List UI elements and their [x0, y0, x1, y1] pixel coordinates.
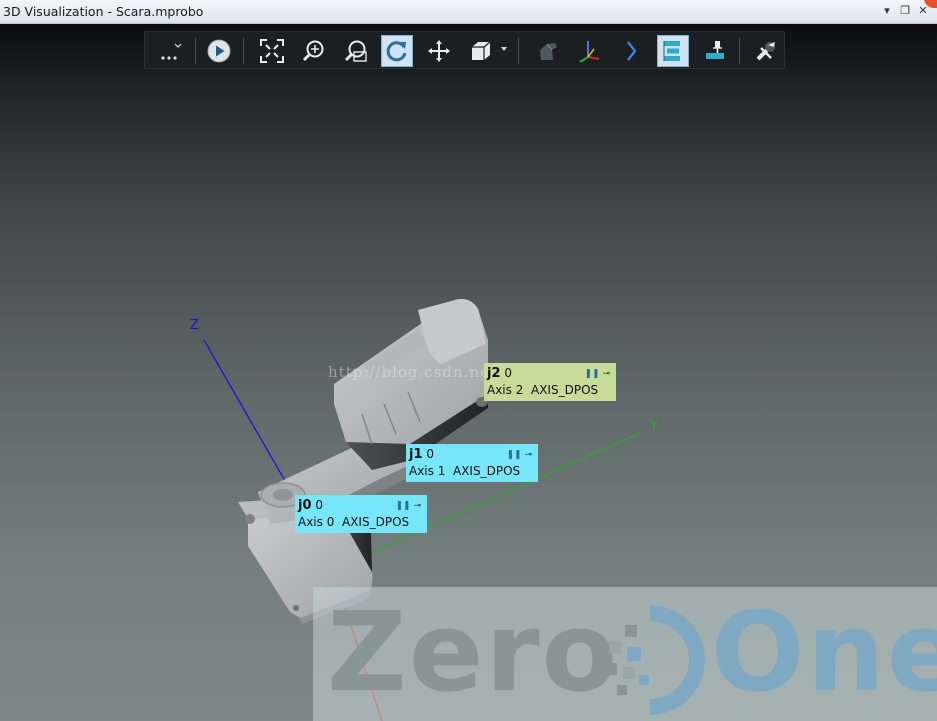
joint-signal: AXIS_DPOS: [342, 515, 410, 529]
joint-signal: AXIS_DPOS: [453, 464, 521, 478]
joint-value: 0: [504, 366, 512, 380]
brand-left-text: Zero: [327, 588, 620, 716]
joint-value: 0: [426, 447, 434, 461]
joint-axis: Axis 0: [298, 515, 335, 529]
3d-viewport[interactable]: Z Y http://blog.csdn.net/guimiaoyuan j2 …: [0, 24, 937, 721]
window-titlebar: 3D Visualization - Scara.mprobo ▾ ❐ ✕: [0, 0, 937, 24]
pin-icon[interactable]: ⊸: [602, 369, 610, 379]
joint-label-j2[interactable]: j2 0 Axis 2 AXIS_DPOS ❚❚ ⊸: [484, 363, 616, 401]
z-axis-line: [203, 339, 289, 487]
y-axis-label: Y: [650, 419, 658, 434]
window-title: 3D Visualization - Scara.mprobo: [3, 4, 204, 19]
brand-watermark: Zero One: [313, 587, 937, 721]
window-restore-button[interactable]: ❐: [898, 3, 912, 19]
joint-axis: Axis 2: [487, 383, 524, 397]
pause-icon[interactable]: ❚❚: [506, 450, 521, 460]
joint-controls[interactable]: ❚❚ ⊸: [584, 366, 610, 383]
joint-signal: AXIS_DPOS: [531, 383, 599, 397]
window-menu-button[interactable]: ▾: [880, 3, 894, 19]
joint-name: j1: [409, 447, 423, 462]
pause-icon[interactable]: ❚❚: [584, 369, 599, 379]
joint-name: j2: [487, 366, 501, 381]
joint-axis: Axis 1: [409, 464, 446, 478]
joint-controls[interactable]: ❚❚ ⊸: [506, 447, 532, 464]
joint-label-j0[interactable]: j0 0 Axis 0 AXIS_DPOS ❚❚ ⊸: [295, 495, 427, 533]
joint-name: j0: [298, 498, 312, 513]
brand-logo-icon: [605, 605, 705, 715]
joint-value: 0: [315, 498, 323, 512]
pin-icon[interactable]: ⊸: [524, 450, 532, 460]
pause-icon[interactable]: ❚❚: [395, 501, 410, 511]
z-axis-label: Z: [190, 318, 199, 333]
joint-label-j1[interactable]: j1 0 Axis 1 AXIS_DPOS ❚❚ ⊸: [406, 444, 538, 482]
pin-icon[interactable]: ⊸: [413, 501, 421, 511]
joint-controls[interactable]: ❚❚ ⊸: [395, 498, 421, 515]
brand-right-text: One: [711, 588, 937, 716]
